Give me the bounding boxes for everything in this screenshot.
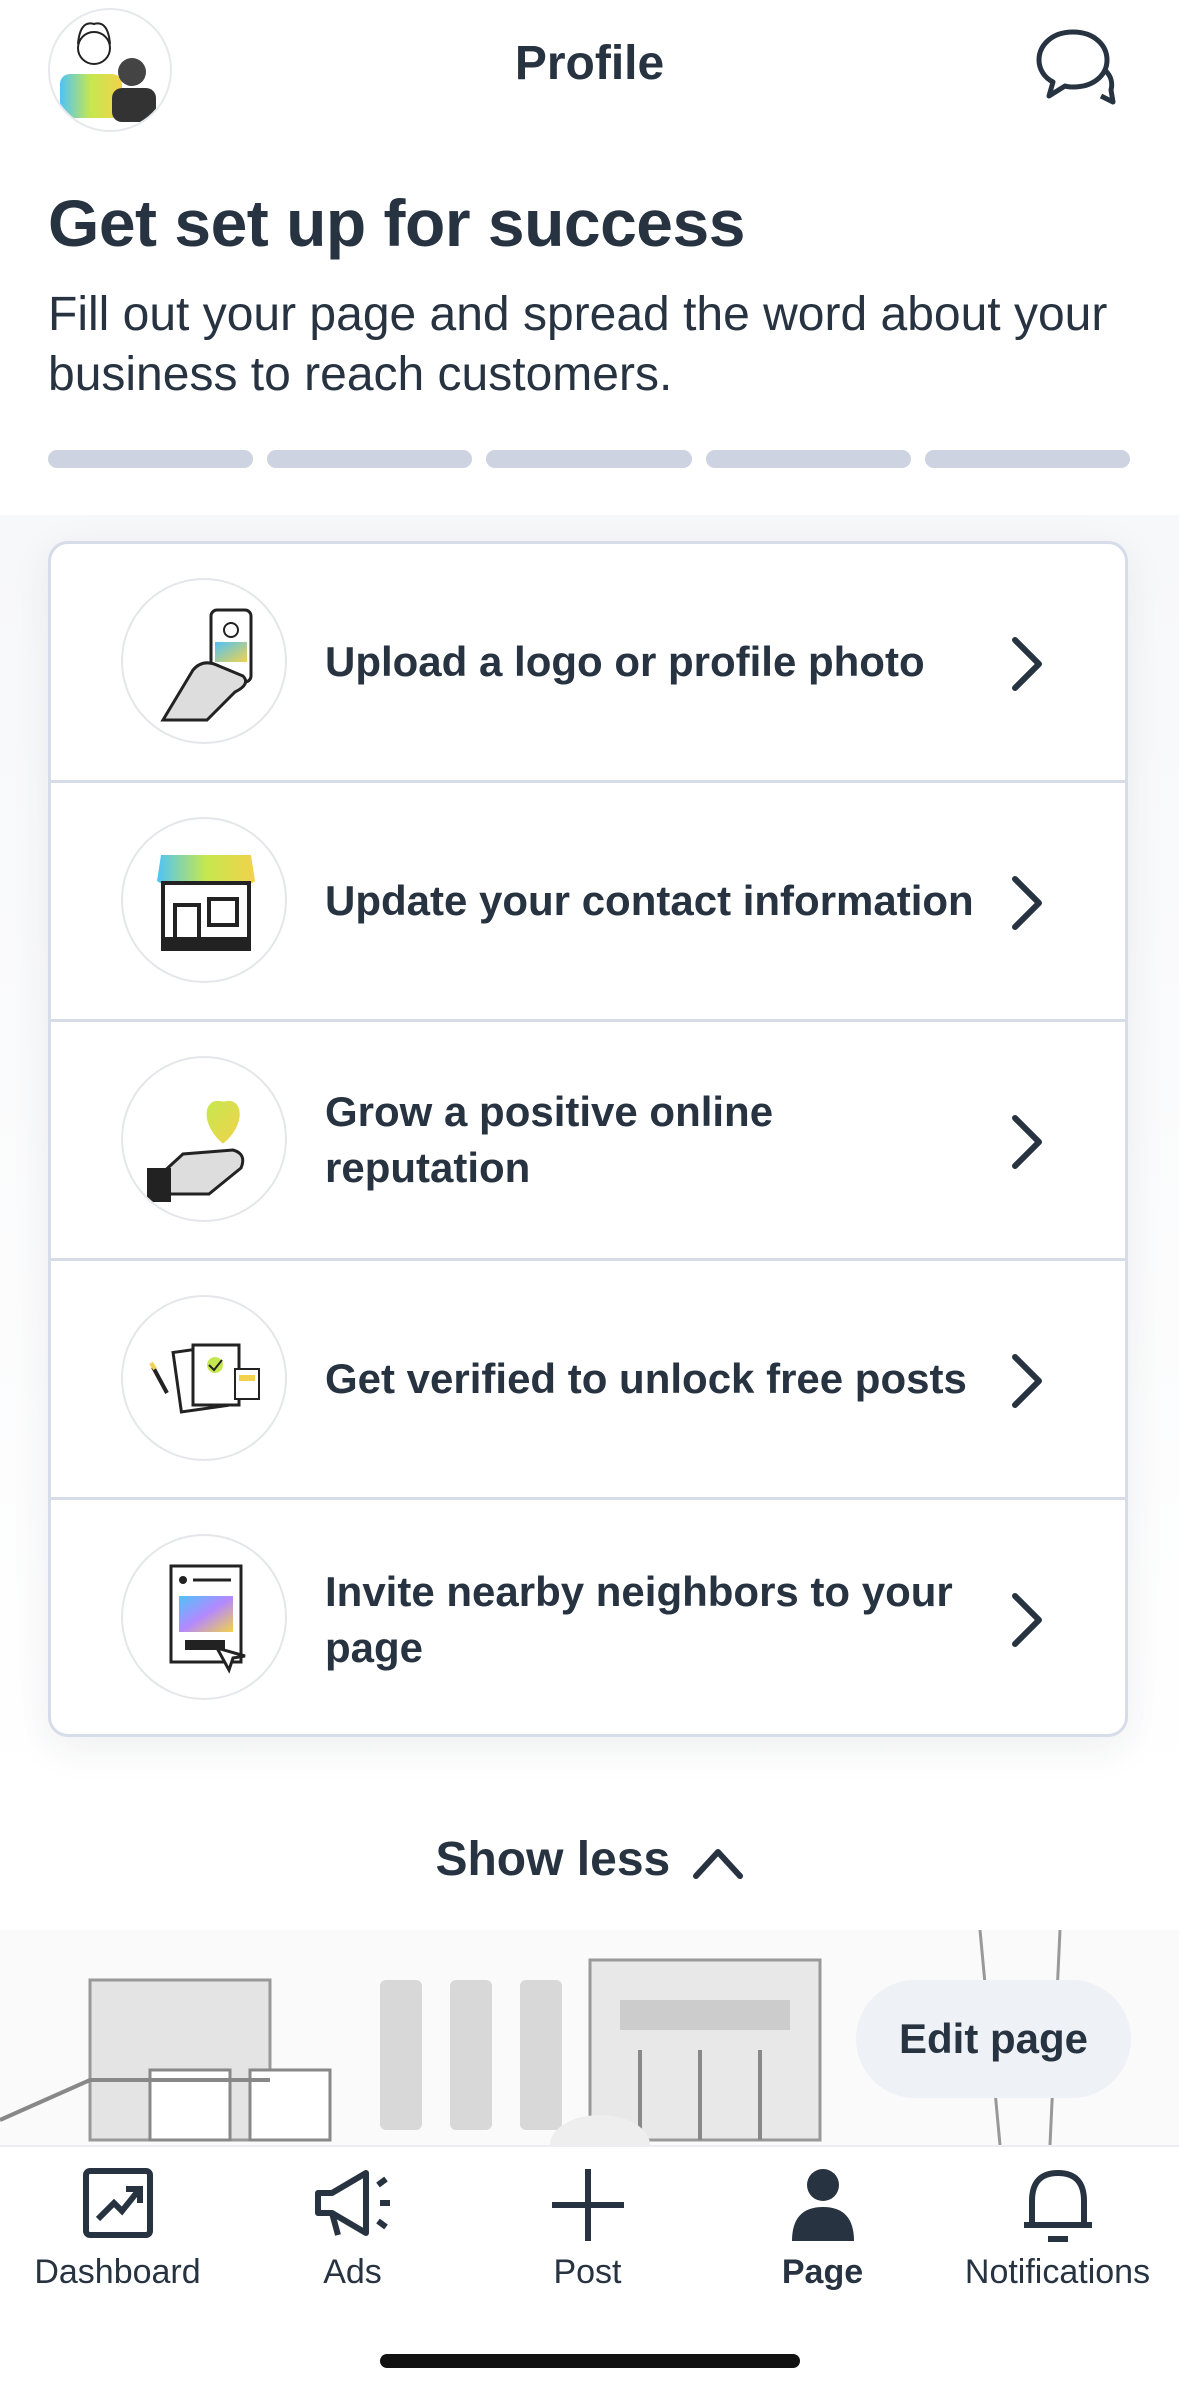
task-get-verified[interactable]: Get verified to unlock free posts xyxy=(51,1261,1125,1500)
megaphone-icon xyxy=(314,2170,390,2236)
chevron-right-icon xyxy=(1012,876,1042,930)
progress-segment xyxy=(924,450,1131,468)
task-label: Invite nearby neighbors to your page xyxy=(325,1567,953,1671)
flyer-icon xyxy=(121,1534,287,1700)
phone-hand-icon xyxy=(121,578,287,744)
tab-ads[interactable]: Ads xyxy=(235,2147,470,2327)
heart-hand-icon xyxy=(121,1056,287,1222)
task-invite-neighbors[interactable]: Invite nearby neighbors to your page xyxy=(51,1500,1125,1734)
task-label: Upload a logo or profile photo xyxy=(325,638,925,685)
chat-bubbles-icon xyxy=(1036,29,1116,105)
task-update-contact[interactable]: Update your contact information xyxy=(51,783,1125,1022)
tab-notifications[interactable]: Notifications xyxy=(940,2147,1175,2327)
chevron-right-icon xyxy=(1012,1354,1042,1408)
show-less-button[interactable]: Show less xyxy=(0,1832,1179,1887)
chevron-right-icon xyxy=(1012,1593,1042,1647)
chevron-right-icon xyxy=(1012,637,1042,691)
tab-label: Dashboard xyxy=(34,2253,201,2291)
person-icon xyxy=(791,2169,854,2241)
show-less-label: Show less xyxy=(435,1833,671,1886)
progress-segment xyxy=(267,450,473,468)
dashboard-chart-icon xyxy=(82,2168,153,2238)
home-indicator xyxy=(380,2354,800,2368)
page-title: Profile xyxy=(514,37,665,90)
edit-page-button[interactable]: Edit page xyxy=(856,1980,1131,2098)
progress-segment xyxy=(705,450,911,468)
storefront-icon xyxy=(121,817,287,983)
setup-subtitle: Fill out your page and spread the word a… xyxy=(48,288,1108,401)
task-upload-logo[interactable]: Upload a logo or profile photo xyxy=(51,544,1125,783)
tab-page[interactable]: Page xyxy=(705,2147,940,2327)
progress-segment xyxy=(48,450,254,468)
task-label: Update your contact information xyxy=(325,877,974,924)
chevron-up-icon xyxy=(692,1849,743,1880)
tab-label: Page xyxy=(781,2253,864,2291)
tab-label: Post xyxy=(553,2253,622,2291)
task-label: Grow a positive online reputation xyxy=(325,1088,774,1191)
setup-task-list: Upload a logo or profile photo Update yo… xyxy=(48,541,1128,1737)
bell-icon xyxy=(1023,2170,1092,2242)
tab-label: Ads xyxy=(323,2253,382,2291)
tab-label: Notifications xyxy=(964,2253,1151,2291)
task-label: Get verified to unlock free posts xyxy=(325,1355,967,1402)
setup-progress-bar xyxy=(48,450,1131,468)
tab-dashboard[interactable]: Dashboard xyxy=(0,2147,235,2327)
plus-icon xyxy=(551,2169,624,2241)
documents-icon xyxy=(121,1295,287,1461)
chevron-right-icon xyxy=(1012,1115,1042,1169)
chat-button[interactable] xyxy=(1033,24,1117,108)
tab-post[interactable]: Post xyxy=(470,2147,705,2327)
setup-heading: Get set up for success xyxy=(48,186,745,260)
task-grow-reputation[interactable]: Grow a positive online reputation xyxy=(51,1022,1125,1261)
progress-segment xyxy=(486,450,692,468)
